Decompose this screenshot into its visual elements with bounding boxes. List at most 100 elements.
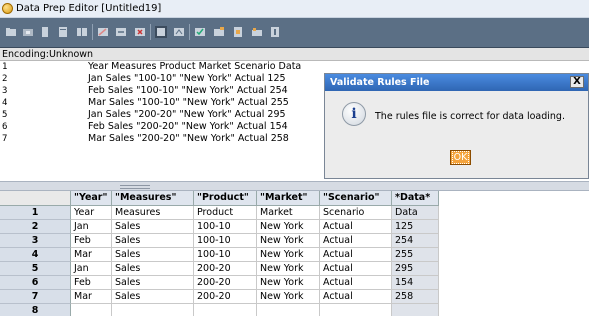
grid-cell[interactable]: Actual: [320, 234, 392, 248]
field-properties-icon[interactable]: [57, 26, 69, 38]
grid-cell[interactable]: 200-20: [194, 276, 257, 290]
grid-cell[interactable]: Sales: [112, 276, 194, 290]
grid-cell[interactable]: Jan: [71, 220, 112, 234]
row-header[interactable]: 2: [0, 220, 71, 234]
line-text: Mar Sales "200-20" "New York" Actual 258: [88, 133, 289, 144]
grid-cell[interactable]: 255: [392, 248, 439, 262]
dimension-build-icon[interactable]: [155, 26, 167, 38]
grid-cell[interactable]: 100-10: [194, 248, 257, 262]
column-header[interactable]: *Data*: [392, 191, 439, 206]
column-header[interactable]: "Market": [257, 191, 320, 206]
grid-cell[interactable]: Actual: [320, 290, 392, 304]
grid-cell[interactable]: Actual: [320, 220, 392, 234]
grid-cell[interactable]: Data: [392, 206, 439, 220]
line-text: Jan Sales "200-20" "New York" Actual 295: [88, 109, 286, 120]
grid-cell[interactable]: Sales: [112, 220, 194, 234]
open-icon[interactable]: [5, 26, 17, 38]
grid-cell[interactable]: New York: [257, 290, 320, 304]
grid-cell[interactable]: Sales: [112, 290, 194, 304]
data-line: 1 Year Measures Product Market Scenario D…: [0, 61, 589, 73]
grid-cell[interactable]: 254: [392, 234, 439, 248]
close-icon[interactable]: X: [570, 76, 584, 88]
grid-corner: [0, 191, 71, 206]
grid-cell[interactable]: Sales: [112, 262, 194, 276]
row-header[interactable]: 5: [0, 262, 71, 276]
row-header[interactable]: 3: [0, 234, 71, 248]
grid-cell[interactable]: 125: [392, 220, 439, 234]
row-header[interactable]: 6: [0, 276, 71, 290]
validate-icon[interactable]: [194, 26, 206, 38]
row-header[interactable]: 8: [0, 304, 71, 316]
info-icon: i: [342, 102, 366, 126]
line-number: 7: [2, 134, 8, 144]
grid-cell[interactable]: Feb: [71, 234, 112, 248]
grid-cell[interactable]: Sales: [112, 248, 194, 262]
line-number: 3: [2, 86, 8, 96]
dialog-title: Validate Rules File: [330, 77, 430, 88]
toolbar-separator: [150, 24, 151, 40]
data-file-properties-icon[interactable]: [232, 26, 244, 38]
line-number: 2: [2, 74, 8, 84]
grid-cell[interactable]: Mar: [71, 248, 112, 262]
pane-splitter[interactable]: [0, 181, 589, 191]
encoding-bar: Encoding:Unknown: [0, 48, 589, 61]
help-icon[interactable]: [269, 26, 281, 38]
open-rules-icon[interactable]: [22, 26, 34, 38]
window-title-bar: Data Prep Editor [Untitled19]: [0, 0, 589, 18]
grid-cell[interactable]: [112, 304, 194, 316]
grid-cell[interactable]: Actual: [320, 262, 392, 276]
row-header[interactable]: 7: [0, 290, 71, 304]
grid-cell[interactable]: Market: [257, 206, 320, 220]
grid-cell[interactable]: New York: [257, 234, 320, 248]
grid-cell[interactable]: [257, 304, 320, 316]
column-header[interactable]: "Year": [71, 191, 112, 206]
grid-cell[interactable]: Feb: [71, 276, 112, 290]
line-text: Year Measures Product Market Scenario Da…: [88, 61, 302, 72]
grid-cell[interactable]: New York: [257, 248, 320, 262]
grid-cell[interactable]: [71, 304, 112, 316]
grid-cell[interactable]: [194, 304, 257, 316]
data-source-icon[interactable]: [39, 26, 51, 38]
join-icon[interactable]: [76, 26, 88, 38]
grid-cell[interactable]: 100-10: [194, 220, 257, 234]
grid-cell[interactable]: [320, 304, 392, 316]
grid-cell[interactable]: Actual: [320, 248, 392, 262]
grid-cell[interactable]: Measures: [112, 206, 194, 220]
grid-cell[interactable]: New York: [257, 220, 320, 234]
grid-cell[interactable]: New York: [257, 276, 320, 290]
column-header[interactable]: "Scenario": [320, 191, 392, 206]
column-header[interactable]: "Measures": [112, 191, 194, 206]
grid-cell[interactable]: Product: [194, 206, 257, 220]
row-header[interactable]: 1: [0, 206, 71, 220]
data-load-icon[interactable]: [173, 26, 185, 38]
splitter-grip[interactable]: [120, 185, 150, 189]
grid-cell[interactable]: Actual: [320, 276, 392, 290]
app-icon: [2, 3, 13, 14]
grid-cell[interactable]: Sales: [112, 234, 194, 248]
grid-cell[interactable]: New York: [257, 262, 320, 276]
grid-cell[interactable]: Year: [71, 206, 112, 220]
grid-cell[interactable]: 200-20: [194, 262, 257, 276]
line-text: Mar Sales "100-10" "New York" Actual 255: [88, 97, 289, 108]
grid-cell[interactable]: 200-20: [194, 290, 257, 304]
grid-cell[interactable]: Scenario: [320, 206, 392, 220]
delete-icon[interactable]: [134, 26, 146, 38]
line-text: Feb Sales "200-20" "New York" Actual 154: [88, 121, 288, 132]
grid-cell[interactable]: [392, 304, 439, 316]
grid-cell[interactable]: 154: [392, 276, 439, 290]
rules-icon[interactable]: [251, 26, 263, 38]
grid-cell[interactable]: 295: [392, 262, 439, 276]
line-number: 6: [2, 122, 8, 132]
validate-rules-dialog: Validate Rules File X i The rules file i…: [324, 73, 589, 179]
ok-button[interactable]: OK: [450, 150, 471, 165]
grid-cell[interactable]: Mar: [71, 290, 112, 304]
move-icon[interactable]: [115, 26, 127, 38]
row-header[interactable]: 4: [0, 248, 71, 262]
split-icon[interactable]: [97, 26, 109, 38]
grid-cell[interactable]: 100-10: [194, 234, 257, 248]
associate-outline-icon[interactable]: [213, 26, 225, 38]
grid-cell[interactable]: 258: [392, 290, 439, 304]
field-grid[interactable]: "Year" "Measures" "Product" "Market" "Scenar…: [0, 191, 589, 316]
grid-cell[interactable]: Jan: [71, 262, 112, 276]
column-header[interactable]: "Product": [194, 191, 257, 206]
